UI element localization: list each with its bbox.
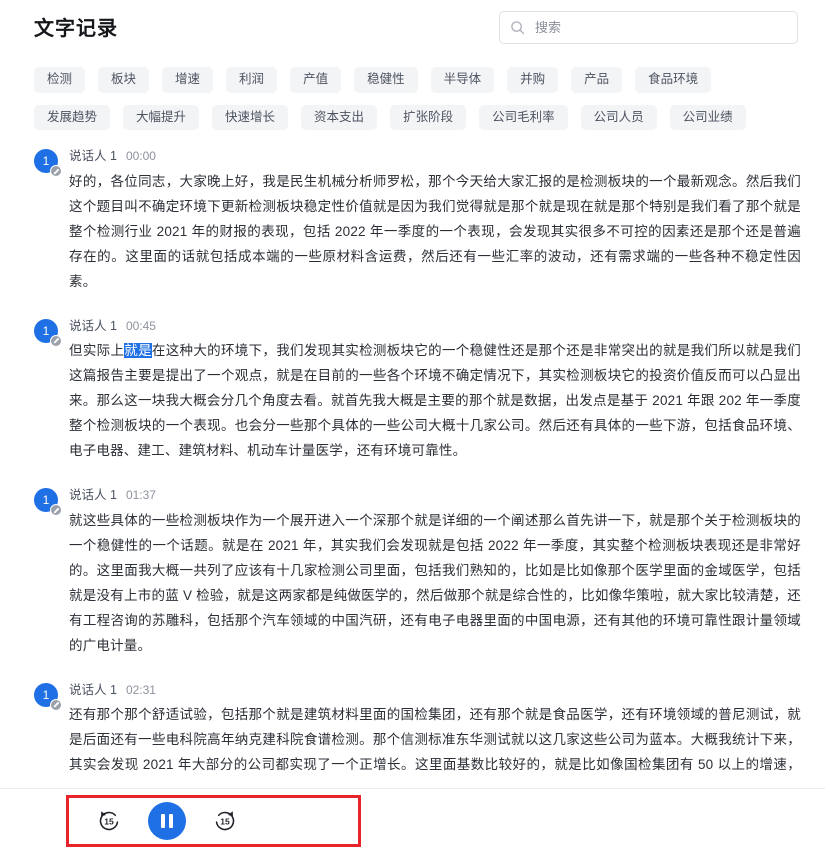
edit-pencil-icon[interactable] bbox=[50, 504, 62, 516]
keyword-tag[interactable]: 快速增长 bbox=[212, 104, 289, 130]
paragraph-text: 就这些具体的一些检测板块作为一个展开进入一个深那个就是详细的一个阐述那么首先讲一… bbox=[69, 512, 801, 653]
transcript-block[interactable]: 1 说话人 1 00:00 好的，各位同志，大家晚上好，我是民生机械分析师罗松，那个今… bbox=[34, 146, 801, 294]
page-title: 文字记录 bbox=[34, 18, 118, 40]
keyword-tag[interactable]: 公司人员 bbox=[580, 104, 657, 130]
speaker-label: 说话人 1 bbox=[69, 488, 117, 502]
transcript-paragraph[interactable]: 好的，各位同志，大家晚上好，我是民生机械分析师罗松，那个今天给大家汇报的是检测板… bbox=[69, 169, 801, 294]
paragraph-text: 好的，各位同志，大家晚上好，我是民生机械分析师罗松，那个今天给大家汇报的是检测板… bbox=[69, 173, 801, 289]
transcript-meta: 说话人 1 02:31 bbox=[69, 680, 801, 697]
avatar[interactable]: 1 bbox=[34, 318, 62, 347]
keyword-tag[interactable]: 稳健性 bbox=[354, 67, 418, 93]
timestamp[interactable]: 01:37 bbox=[126, 489, 156, 501]
edit-pencil-icon[interactable] bbox=[50, 334, 62, 347]
keyword-tag[interactable]: 增速 bbox=[162, 67, 214, 93]
avatar[interactable]: 1 bbox=[34, 488, 62, 516]
transcript-meta: 说话人 1 01:37 bbox=[69, 485, 801, 502]
paragraph-text: 还有那个那个舒适试验，包括那个就是建筑材料里面的国检集团，还有那个就是食品医学，… bbox=[69, 707, 801, 772]
transcript-meta: 说话人 1 00:00 bbox=[69, 146, 801, 163]
player-divider bbox=[0, 788, 825, 789]
speaker-label: 说话人 1 bbox=[69, 149, 117, 163]
avatar[interactable]: 1 bbox=[34, 149, 62, 177]
paragraph-text: 在这种大的环境下，我们发现其实检测板块它的一个稳健性还是那个还是非常突出的就是我… bbox=[69, 343, 802, 458]
keyword-tag[interactable]: 发展趋势 bbox=[34, 104, 111, 130]
play-pause-button[interactable] bbox=[148, 802, 186, 840]
transcript-block[interactable]: 1 说话人 1 01:37 就这些具体的一些检测板块作为一个展开进入一个深那个就是详细… bbox=[34, 485, 801, 658]
speaker-label: 说话人 1 bbox=[69, 682, 117, 697]
keyword-tag[interactable]: 大幅提升 bbox=[123, 104, 200, 130]
svg-text:15: 15 bbox=[220, 817, 230, 827]
keyword-tag[interactable]: 公司业绩 bbox=[669, 104, 746, 130]
edit-pencil-icon[interactable] bbox=[50, 165, 62, 177]
paragraph-text-pre: 但实际上 bbox=[69, 343, 125, 358]
transcript-paragraph[interactable]: 就这些具体的一些检测板块作为一个展开进入一个深那个就是详细的一个阐述那么首先讲一… bbox=[69, 508, 801, 658]
timestamp[interactable]: 00:00 bbox=[126, 150, 156, 162]
forward-15-icon[interactable]: 15 bbox=[212, 808, 238, 834]
keyword-tag[interactable]: 产品 bbox=[571, 67, 623, 93]
transcript-block[interactable]: 1 说话人 1 00:45 但实际上就是在这种大的环境下，我们发现其实检测板块它的一个… bbox=[34, 316, 801, 464]
transcript-paragraph[interactable]: 还有那个那个舒适试验，包括那个就是建筑材料里面的国检集团，还有那个就是食品医学，… bbox=[69, 702, 801, 772]
keyword-tag[interactable]: 半导体 bbox=[430, 67, 495, 93]
avatar[interactable]: 1 bbox=[34, 682, 62, 711]
keyword-tag[interactable]: 食品环境 bbox=[635, 67, 712, 93]
audio-player-controls: 15 15 bbox=[66, 795, 361, 847]
keyword-tag[interactable]: 扩张阶段 bbox=[390, 104, 467, 130]
keyword-tag-list: 检测 板块 增速 利润 产值 稳健性 半导体 并购 产品 食品环境发展趋势 大幅提升 快速增长 资本支出… bbox=[0, 58, 790, 130]
transcript-list[interactable]: 1 说话人 1 00:00 好的，各位同志，大家晚上好，我是民生机械分析师罗松，那个今… bbox=[0, 146, 825, 772]
keyword-tag[interactable]: 产值 bbox=[290, 67, 342, 93]
svg-text:15: 15 bbox=[104, 817, 114, 827]
timestamp[interactable]: 00:45 bbox=[126, 320, 156, 332]
edit-pencil-icon[interactable] bbox=[50, 698, 62, 711]
transcript-meta: 说话人 1 00:45 bbox=[69, 316, 801, 333]
page-header: 文字记录 bbox=[0, 0, 825, 58]
highlighted-text[interactable]: 就是 bbox=[124, 343, 152, 358]
keyword-tag[interactable]: 资本支出 bbox=[301, 104, 378, 130]
keyword-tag[interactable]: 并购 bbox=[507, 67, 559, 93]
pause-icon bbox=[161, 814, 165, 828]
search-input[interactable] bbox=[533, 12, 787, 43]
search-box[interactable] bbox=[499, 11, 798, 44]
keyword-tag[interactable]: 板块 bbox=[98, 67, 150, 93]
transcript-block[interactable]: 1 说话人 1 02:31 还有那个那个舒适试验，包括那个就是建筑材料里面的国检集团，… bbox=[34, 680, 801, 772]
keyword-tag[interactable]: 公司毛利率 bbox=[479, 104, 568, 130]
timestamp[interactable]: 02:31 bbox=[126, 684, 156, 696]
transcript-paragraph[interactable]: 但实际上就是在这种大的环境下，我们发现其实检测板块它的一个稳健性还是那个还是非常… bbox=[69, 338, 801, 463]
search-icon bbox=[510, 20, 525, 35]
keyword-tag[interactable]: 检测 bbox=[34, 67, 86, 93]
rewind-15-icon[interactable]: 15 bbox=[96, 808, 122, 834]
speaker-label: 说话人 1 bbox=[69, 318, 117, 333]
keyword-tag[interactable]: 利润 bbox=[226, 67, 278, 93]
